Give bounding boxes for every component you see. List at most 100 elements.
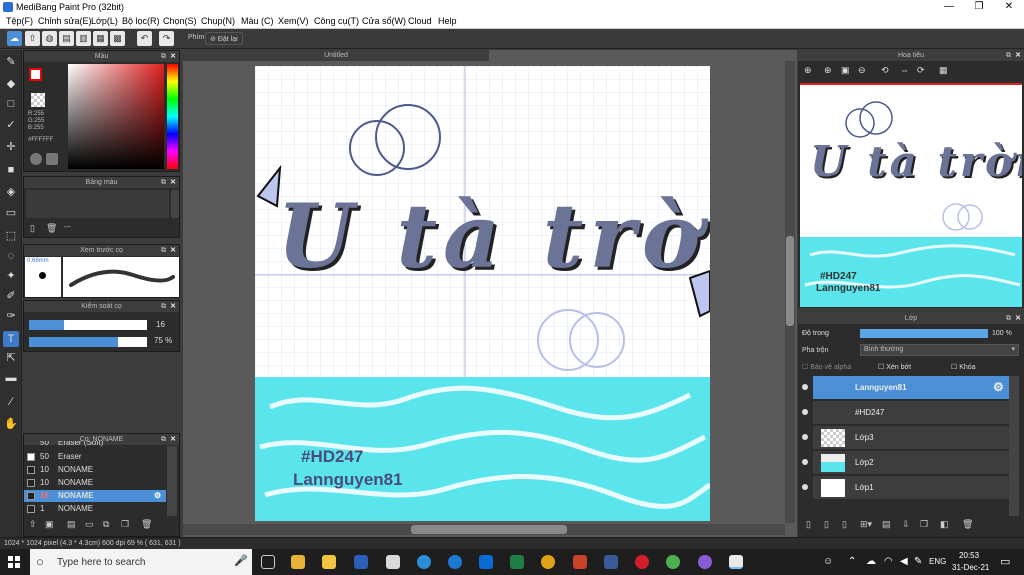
- grid-settings-icon[interactable]: ▦: [939, 65, 948, 76]
- rotate-right-icon[interactable]: ⟳: [917, 65, 925, 76]
- store-icon[interactable]: [291, 555, 305, 569]
- close-icon[interactable]: ✕: [170, 177, 176, 188]
- eraser-icon[interactable]: ◆: [3, 76, 19, 92]
- duplicate-icon[interactable]: ❐: [920, 519, 928, 530]
- chrome-icon[interactable]: [541, 555, 555, 569]
- rectangle-icon[interactable]: □: [3, 96, 19, 112]
- visibility-icon[interactable]: [802, 409, 808, 415]
- delete-layer-icon[interactable]: 🗑: [962, 519, 973, 530]
- layer-row[interactable]: Lớp3: [802, 426, 1009, 450]
- bucket-icon[interactable]: ◈: [3, 184, 19, 200]
- brush-item[interactable]: 10 NONAME: [24, 477, 166, 489]
- notification-icon[interactable]: ▭: [1000, 555, 1010, 568]
- brush-icon[interactable]: ✎: [3, 54, 19, 70]
- layer-row-selected[interactable]: Lannguyen81 ⚙: [802, 376, 1009, 400]
- export-icon[interactable]: ⇧: [25, 31, 40, 46]
- powerpoint-icon[interactable]: [573, 555, 587, 569]
- brush-item[interactable]: 50 Eraser: [24, 451, 166, 463]
- hand-icon[interactable]: ✋: [3, 416, 19, 432]
- taskbar-search[interactable]: ○ Type here to search 🎤: [30, 549, 252, 575]
- color-mode-icon[interactable]: [46, 153, 58, 165]
- language-indicator[interactable]: ENG: [929, 557, 946, 566]
- color-wheel-icon[interactable]: [30, 153, 42, 165]
- brush-item-selected[interactable]: 16 NONAME ⚙: [24, 490, 166, 502]
- volume-icon[interactable]: ◀: [900, 556, 908, 567]
- select-icon[interactable]: ⬚: [3, 228, 19, 244]
- layer-row[interactable]: Lớp2: [802, 451, 1009, 475]
- opera-icon[interactable]: [635, 555, 649, 569]
- close-icon[interactable]: ✕: [1015, 313, 1021, 324]
- tiles-icon[interactable]: [386, 555, 400, 569]
- chevron-up-icon[interactable]: ⌃: [848, 556, 856, 567]
- brush-settings-icon[interactable]: ▣: [45, 519, 54, 530]
- transparent-swatch[interactable]: [31, 93, 45, 107]
- menu-select[interactable]: Chọn(S): [163, 16, 197, 26]
- pin-icon[interactable]: ⧉: [1006, 50, 1011, 61]
- duplicate-icon[interactable]: ❐: [121, 519, 129, 530]
- hue-slider[interactable]: [167, 64, 178, 169]
- visibility-icon[interactable]: [802, 384, 808, 390]
- menu-edit[interactable]: Chỉnh sửa(E): [38, 16, 92, 26]
- select-pen-icon[interactable]: ✐: [3, 288, 19, 304]
- chrome-alt-icon[interactable]: [666, 555, 680, 569]
- brush-size-slider[interactable]: [29, 320, 147, 330]
- divide-icon[interactable]: ▬: [3, 370, 19, 386]
- blend-mode-select[interactable]: Bình thường ▾: [860, 344, 1019, 356]
- zoom-out-icon[interactable]: ⊖: [858, 65, 866, 76]
- app-globe-icon[interactable]: [417, 555, 431, 569]
- palette-scrollbar[interactable]: [171, 190, 179, 218]
- panel-list-icon[interactable]: ▥: [76, 31, 91, 46]
- new-layer-icon[interactable]: ▯: [806, 519, 811, 530]
- gear-icon[interactable]: ⚙: [154, 490, 161, 502]
- close-icon[interactable]: ✕: [170, 245, 176, 256]
- pen-icon[interactable]: ✎: [914, 556, 922, 567]
- grid-alt-icon[interactable]: ▩: [110, 31, 125, 46]
- trash-icon[interactable]: 🗑: [46, 223, 57, 234]
- mask-icon[interactable]: ◧: [940, 519, 949, 530]
- zalo-icon[interactable]: [479, 555, 493, 569]
- pin-icon[interactable]: ⧉: [161, 245, 166, 256]
- layer-row[interactable]: Lớp1: [802, 476, 1009, 500]
- select-eraser-icon[interactable]: ✑: [3, 308, 19, 324]
- zoom-in-alt-icon[interactable]: ⊕: [824, 65, 832, 76]
- navigator-preview[interactable]: U tà trời #HD247 Lannguyen81: [800, 83, 1022, 307]
- grid-icon[interactable]: ▦: [93, 31, 108, 46]
- brush-opacity-slider[interactable]: [29, 337, 147, 347]
- menu-snap[interactable]: Chụp(N): [201, 16, 235, 26]
- reset-button[interactable]: ⊘ Đặt lại: [205, 32, 243, 45]
- merge-icon[interactable]: ⇩: [902, 519, 910, 530]
- redo-icon[interactable]: ↷: [159, 31, 174, 46]
- operation-icon[interactable]: ⇱: [3, 350, 19, 366]
- brush-list-scrollbar[interactable]: [167, 446, 177, 516]
- menu-cloud[interactable]: Cloud: [408, 16, 432, 26]
- word-icon[interactable]: [354, 555, 368, 569]
- windows-start-icon[interactable]: [8, 556, 20, 568]
- pin-icon[interactable]: ⧉: [1006, 313, 1011, 324]
- gradient-icon[interactable]: ▭: [3, 205, 19, 221]
- move-icon[interactable]: ✛: [3, 139, 19, 155]
- copy-layer-icon[interactable]: ▯: [842, 519, 847, 530]
- lock-checkbox[interactable]: ☐ Khóa: [951, 363, 976, 371]
- pin-icon[interactable]: ⧉: [161, 177, 166, 188]
- add-brush-icon[interactable]: ⇧: [29, 519, 37, 530]
- text-icon[interactable]: T: [3, 331, 19, 347]
- file-explorer-icon[interactable]: [322, 555, 336, 569]
- wifi-icon[interactable]: ◠: [884, 556, 893, 567]
- close-button[interactable]: ✕: [994, 0, 1024, 14]
- close-icon[interactable]: ✕: [170, 301, 176, 312]
- fit-icon[interactable]: ▣: [841, 65, 850, 76]
- zoom-in-icon[interactable]: ⊕: [804, 65, 812, 76]
- close-icon[interactable]: ✕: [170, 434, 176, 445]
- undo-icon[interactable]: ↶: [137, 31, 152, 46]
- messenger-icon[interactable]: [698, 555, 712, 569]
- add-layer-menu-icon[interactable]: ⊞▾: [860, 519, 872, 530]
- visibility-icon[interactable]: [802, 459, 808, 465]
- drawing-canvas[interactable]: U tà trời #HD247 Lannguyen81: [255, 66, 710, 521]
- excel-icon[interactable]: [510, 555, 524, 569]
- menu-view[interactable]: Xem(V): [278, 16, 309, 26]
- clock-time[interactable]: 20:53: [959, 551, 979, 560]
- layer-scrollbar[interactable]: [1009, 376, 1019, 516]
- minimize-button[interactable]: —: [934, 0, 964, 14]
- menu-tools[interactable]: Công cụ(T): [314, 16, 359, 26]
- microphone-icon[interactable]: 🎤: [234, 554, 248, 567]
